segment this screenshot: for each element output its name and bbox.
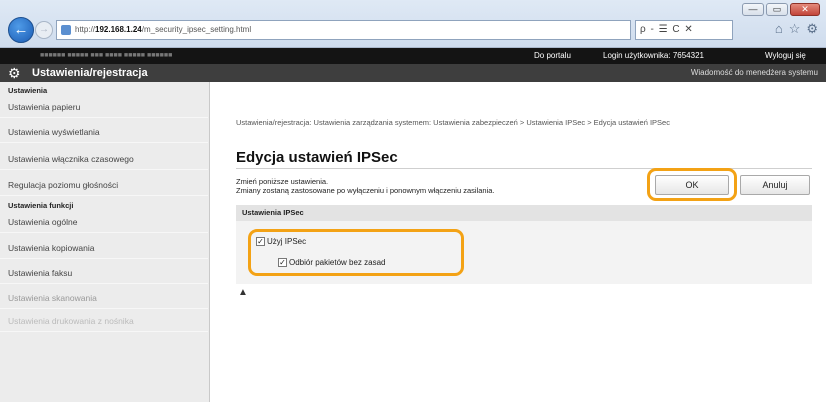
restart-note: Zmiany zostaną zastosowane po wyłączeniu… <box>236 186 495 195</box>
maximize-button[interactable]: ▭ <box>766 3 788 16</box>
login-info: Login użytkownika: 7654321 <box>603 51 704 60</box>
logout-link[interactable]: Wyloguj się <box>765 48 806 64</box>
url-prefix: http:// <box>75 25 96 34</box>
sidebar-group-settings: Ustawienia <box>8 86 48 95</box>
sidebar-item-paper[interactable]: Ustawienia papieru <box>0 96 208 118</box>
app-topbar: ■■■■■■ ■■■■■ ■■■ ■■■■ ■■■■■ ■■■■■■ Do po… <box>0 48 826 64</box>
star-icon[interactable]: ☆ <box>789 21 801 37</box>
main-content: Ustawienia/rejestracja: Ustawienia zarzą… <box>210 82 826 402</box>
app-titlebar: ⚙ Ustawienia/rejestracja Wiadomość do me… <box>0 64 826 82</box>
address-tools[interactable]: ρ - ☰ C ✕ <box>635 20 733 40</box>
device-model: ■■■■■■ ■■■■■ ■■■ ■■■■ ■■■■■ ■■■■■■ <box>40 52 173 59</box>
sidebar-item-display[interactable]: Ustawienia wyświetlania <box>0 121 208 143</box>
page-header-title: Ustawienia/rejestracja <box>32 67 148 79</box>
url-host: 192.168.1.24 <box>95 25 142 34</box>
back-to-top-icon[interactable]: ▲ <box>238 287 248 298</box>
sidebar-item-scan[interactable]: Ustawienia skanowania <box>0 287 208 309</box>
window-controls: — ▭ ✕ <box>742 3 820 16</box>
sidebar: Ustawienia Ustawienia papieru Ustawienia… <box>0 82 210 402</box>
sidebar-item-fax[interactable]: Ustawienia faksu <box>0 262 208 284</box>
back-arrow-icon[interactable]: ← <box>8 17 34 43</box>
home-icon[interactable]: ⌂ <box>775 21 783 37</box>
gear-icon[interactable]: ⚙ <box>806 21 818 37</box>
page-title: Edycja ustawień IPSec <box>236 149 398 166</box>
sidebar-item-media-print[interactable]: Ustawienia drukowania z nośnika <box>0 310 208 332</box>
url-path: /m_security_ipsec_setting.html <box>141 25 252 34</box>
address-bar[interactable]: http://192.168.1.24/m_security_ipsec_set… <box>56 20 631 40</box>
cancel-button[interactable]: Anuluj <box>740 175 810 195</box>
checkbox-highlight <box>248 229 464 276</box>
sidebar-item-general[interactable]: Ustawienia ogólne <box>0 211 208 233</box>
portal-link[interactable]: Do portalu <box>534 48 571 64</box>
sidebar-group-function: Ustawienia funkcji <box>8 201 74 210</box>
forward-arrow-icon[interactable]: → <box>35 21 53 39</box>
breadcrumb: Ustawienia/rejestracja: Ustawienia zarzą… <box>236 118 670 127</box>
ok-highlight <box>647 168 737 201</box>
sidebar-item-timer[interactable]: Ustawienia włącznika czasowego <box>0 148 208 170</box>
close-window-button[interactable]: ✕ <box>790 3 820 16</box>
instruction-text: Zmień poniższe ustawienia. <box>236 177 329 186</box>
settings-icon: ⚙ <box>8 65 21 81</box>
minimize-button[interactable]: — <box>742 3 764 16</box>
section-header-ipsec: Ustawienia IPSec <box>236 205 812 221</box>
admin-message-link[interactable]: Wiadomość do menedżera systemu <box>691 64 818 82</box>
favicon-icon <box>61 25 71 35</box>
sidebar-item-volume[interactable]: Regulacja poziomu głośności <box>0 174 208 196</box>
sidebar-item-copy[interactable]: Ustawienia kopiowania <box>0 237 208 259</box>
toolbar-icons: ⌂ ☆ ⚙ <box>775 21 818 37</box>
browser-chrome: — ▭ ✕ ← → http://192.168.1.24/m_security… <box>0 0 826 48</box>
